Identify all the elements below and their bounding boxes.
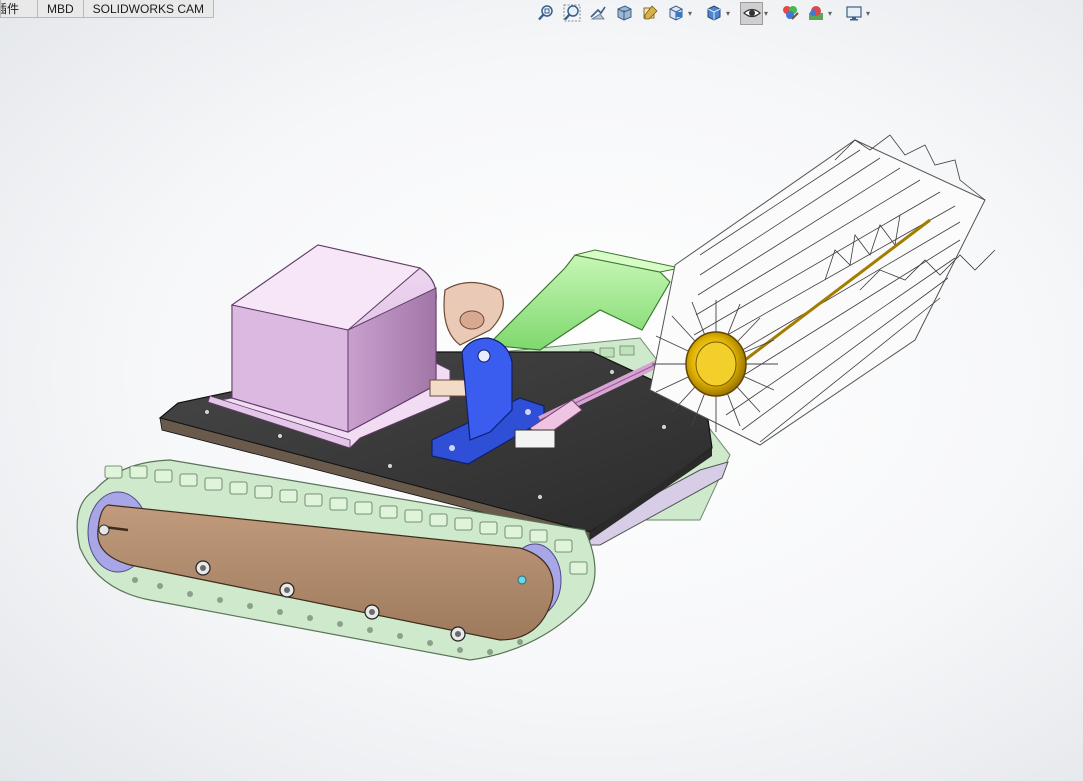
tab-mbd[interactable]: MBD <box>37 0 84 18</box>
view-orientation-dropdown-icon[interactable]: ▾ <box>688 9 696 18</box>
zoom-to-area-icon <box>563 4 580 22</box>
hide-show-items-dropdown-icon[interactable]: ▾ <box>764 9 772 18</box>
view-settings-dropdown-icon[interactable]: ▾ <box>866 9 874 18</box>
previous-view-button[interactable] <box>586 2 609 25</box>
tab-solidworks-cam[interactable]: SOLIDWORKS CAM <box>82 0 215 18</box>
section-view-icon <box>617 5 631 21</box>
hide-show-items-button[interactable] <box>740 1 763 25</box>
zoom-to-area-button[interactable] <box>560 2 583 25</box>
hide-show-items-icon <box>742 8 761 18</box>
view-settings-icon <box>845 6 862 21</box>
cleaning-robot-model[interactable] <box>0 26 1083 781</box>
edit-appearance-button[interactable] <box>778 2 801 25</box>
view-orientation-button[interactable] <box>664 2 687 25</box>
display-style-button[interactable] <box>702 2 725 25</box>
zoom-to-fit-button[interactable] <box>534 2 557 25</box>
view-orientation-icon <box>669 5 682 21</box>
display-style-dropdown-icon[interactable]: ▾ <box>726 9 734 18</box>
edit-appearance-icon <box>782 6 799 20</box>
apply-scene-button[interactable] <box>804 2 827 25</box>
zoom-to-fit-icon <box>537 5 553 21</box>
dynamic-annotation-views-button[interactable] <box>638 2 661 25</box>
view-settings-button[interactable] <box>842 2 865 25</box>
apply-scene-icon <box>808 6 823 20</box>
graphics-area[interactable] <box>0 26 1083 781</box>
section-view-button[interactable] <box>612 2 635 25</box>
previous-view-icon <box>589 6 606 20</box>
brush-arm[interactable] <box>486 249 681 351</box>
display-style-icon <box>707 5 720 21</box>
tab-plugins[interactable]: 插件 <box>0 0 38 18</box>
command-manager-tabs: 插件 MBD SOLIDWORKS CAM <box>0 0 215 19</box>
rolling-brush[interactable] <box>649 134 996 446</box>
apply-scene-dropdown-icon[interactable]: ▾ <box>828 9 836 18</box>
dynamic-annotation-views-icon <box>643 5 658 20</box>
heads-up-view-toolbar: ▾ ▾ ▾ ▾ ▾ <box>534 1 880 25</box>
